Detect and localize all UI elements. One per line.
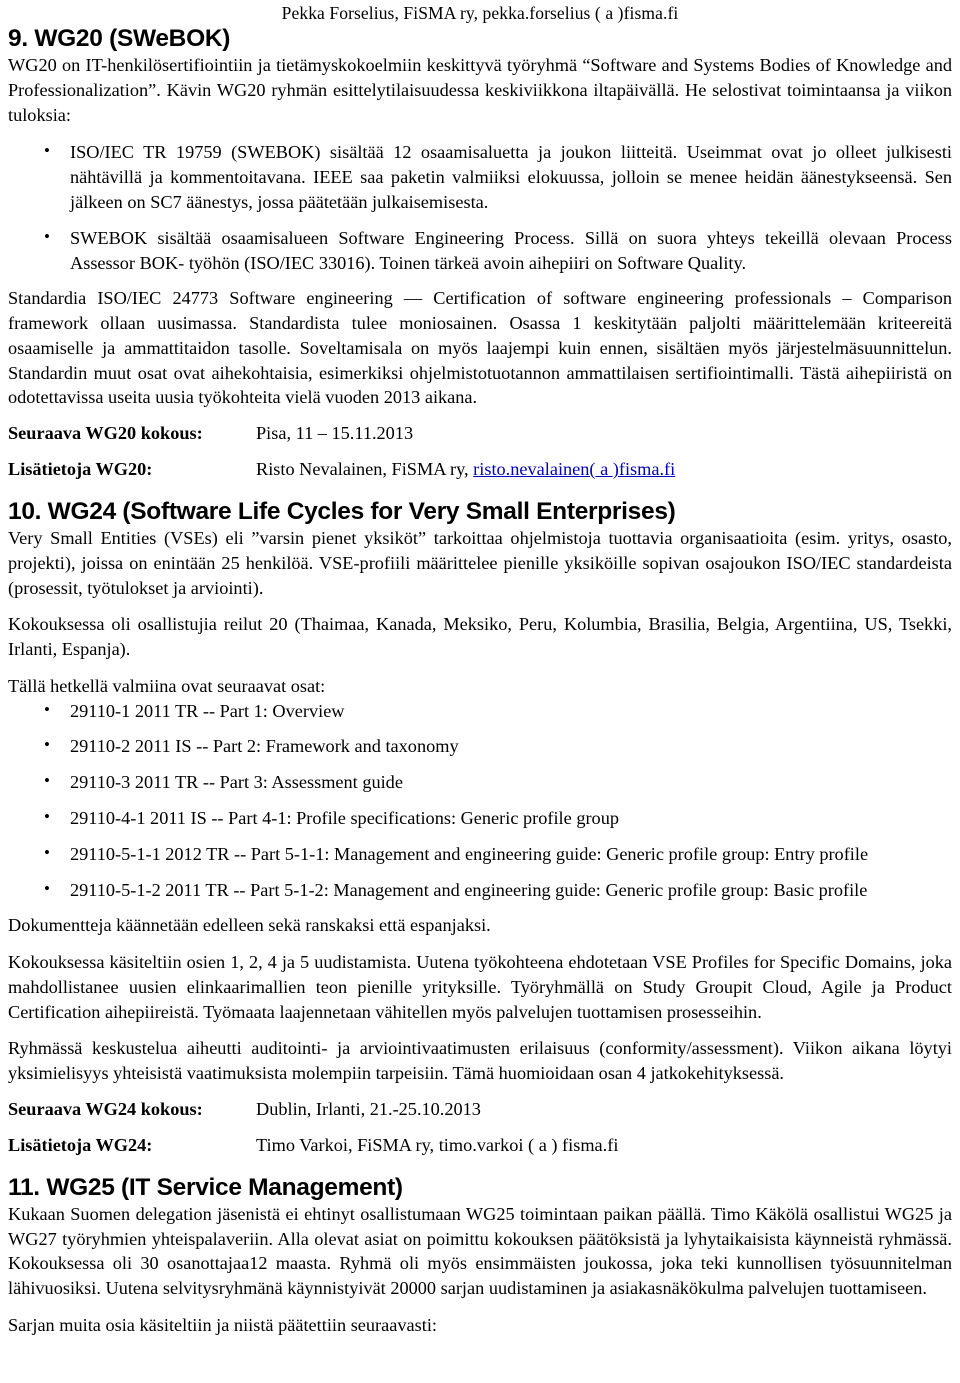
list-item: 29110-1 2011 TR -- Part 1: Overview bbox=[8, 698, 952, 724]
table-row: Lisätietoja WG24: Timo Varkoi, FiSMA ry,… bbox=[8, 1134, 952, 1170]
wg24-next-meeting-label: Seuraava WG24 kokous: bbox=[8, 1099, 203, 1119]
wg24-after-paragraph-2: Kokouksessa käsiteltiin osien 1, 2, 4 ja… bbox=[8, 952, 952, 1022]
wg20-contact-prefix: Risto Nevalainen, FiSMA ry, bbox=[256, 458, 474, 479]
wg20-meta-table: Seuraava WG20 kokous: Pisa, 11 – 15.11.2… bbox=[8, 422, 952, 494]
section-heading-wg20: 9. WG20 (SWeBOK) bbox=[8, 24, 231, 52]
wg24-after-paragraph-1: Dokumentteja käännetään edelleen sekä ra… bbox=[8, 915, 491, 936]
wg20-next-meeting-value: Pisa, 11 – 15.11.2013 bbox=[256, 423, 414, 444]
list-item: 29110-5-1-1 2012 TR -- Part 5-1-1: Manag… bbox=[8, 841, 952, 867]
list-item: 29110-2 2011 IS -- Part 2: Framework and… bbox=[8, 733, 952, 759]
wg24-bullet-list: 29110-1 2011 TR -- Part 1: Overview 2911… bbox=[8, 698, 952, 903]
section-heading-wg25: 11. WG25 (IT Service Management) bbox=[8, 1173, 403, 1201]
wg20-contact-label: Lisätietoja WG20: bbox=[8, 458, 153, 479]
wg20-bullet-list: ISO/IEC TR 19759 (SWEBOK) sisältää 12 os… bbox=[8, 139, 952, 276]
table-row: Lisätietoja WG20: Risto Nevalainen, FiSM… bbox=[8, 458, 952, 494]
wg24-meta-table: Seuraava WG24 kokous: Dublin, Irlanti, 2… bbox=[8, 1098, 952, 1170]
wg24-contact-label: Lisätietoja WG24: bbox=[8, 1134, 153, 1155]
table-row: Seuraava WG24 kokous: Dublin, Irlanti, 2… bbox=[8, 1098, 952, 1134]
wg24-paragraph-1: Very Small Entities (VSEs) eli ”varsin p… bbox=[8, 527, 952, 598]
wg20-contact-email-link[interactable]: risto.nevalainen( a )fisma.fi bbox=[473, 459, 675, 479]
document-content: 9. WG20 (SWeBOK) WG20 on IT-henkilöserti… bbox=[0, 25, 960, 1338]
wg24-next-meeting-value: Dublin, Irlanti, 21.-25.10.2013 bbox=[256, 1099, 481, 1119]
section-heading-wg24: 10. WG24 (Software Life Cycles for Very … bbox=[8, 497, 676, 525]
list-item: ISO/IEC TR 19759 (SWEBOK) sisältää 12 os… bbox=[8, 139, 952, 214]
wg20-standard-paragraph: Standardia ISO/IEC 24773 Software engine… bbox=[8, 288, 952, 408]
wg20-intro-paragraph: WG20 on IT-henkilösertifiointiin ja tiet… bbox=[8, 55, 952, 125]
table-row: Seuraava WG20 kokous: Pisa, 11 – 15.11.2… bbox=[8, 422, 952, 458]
wg24-after-paragraph-3: Ryhmässä keskustelua aiheutti auditointi… bbox=[8, 1038, 952, 1084]
wg25-paragraph-2: Sarjan muita osia käsiteltiin ja niistä … bbox=[8, 1314, 437, 1335]
wg20-contact-value: Risto Nevalainen, FiSMA ry, risto.nevala… bbox=[256, 458, 952, 494]
list-item: 29110-4-1 2011 IS -- Part 4-1: Profile s… bbox=[8, 805, 952, 831]
wg24-list-intro: Tällä hetkellä valmiina ovat seuraavat o… bbox=[8, 675, 326, 696]
wg24-contact-value: Timo Varkoi, FiSMA ry, timo.varkoi ( a )… bbox=[256, 1134, 619, 1155]
wg24-paragraph-2: Kokouksessa oli osallistujia reilut 20 (… bbox=[8, 614, 952, 660]
list-item: 29110-3 2011 TR -- Part 3: Assessment gu… bbox=[8, 769, 952, 795]
wg20-next-meeting-label: Seuraava WG20 kokous: bbox=[8, 423, 203, 444]
document-page: Pekka Forselius, FiSMA ry, pekka.forseli… bbox=[0, 0, 960, 1383]
wg25-paragraph-1: Kukaan Suomen delegation jäsenistä ei eh… bbox=[8, 1203, 952, 1299]
list-item: SWEBOK sisältää osaamisalueen Software E… bbox=[8, 225, 952, 276]
list-item: 29110-5-1-2 2011 TR -- Part 5-1-2: Manag… bbox=[8, 877, 952, 903]
page-header-contact: Pekka Forselius, FiSMA ry, pekka.forseli… bbox=[281, 3, 679, 23]
